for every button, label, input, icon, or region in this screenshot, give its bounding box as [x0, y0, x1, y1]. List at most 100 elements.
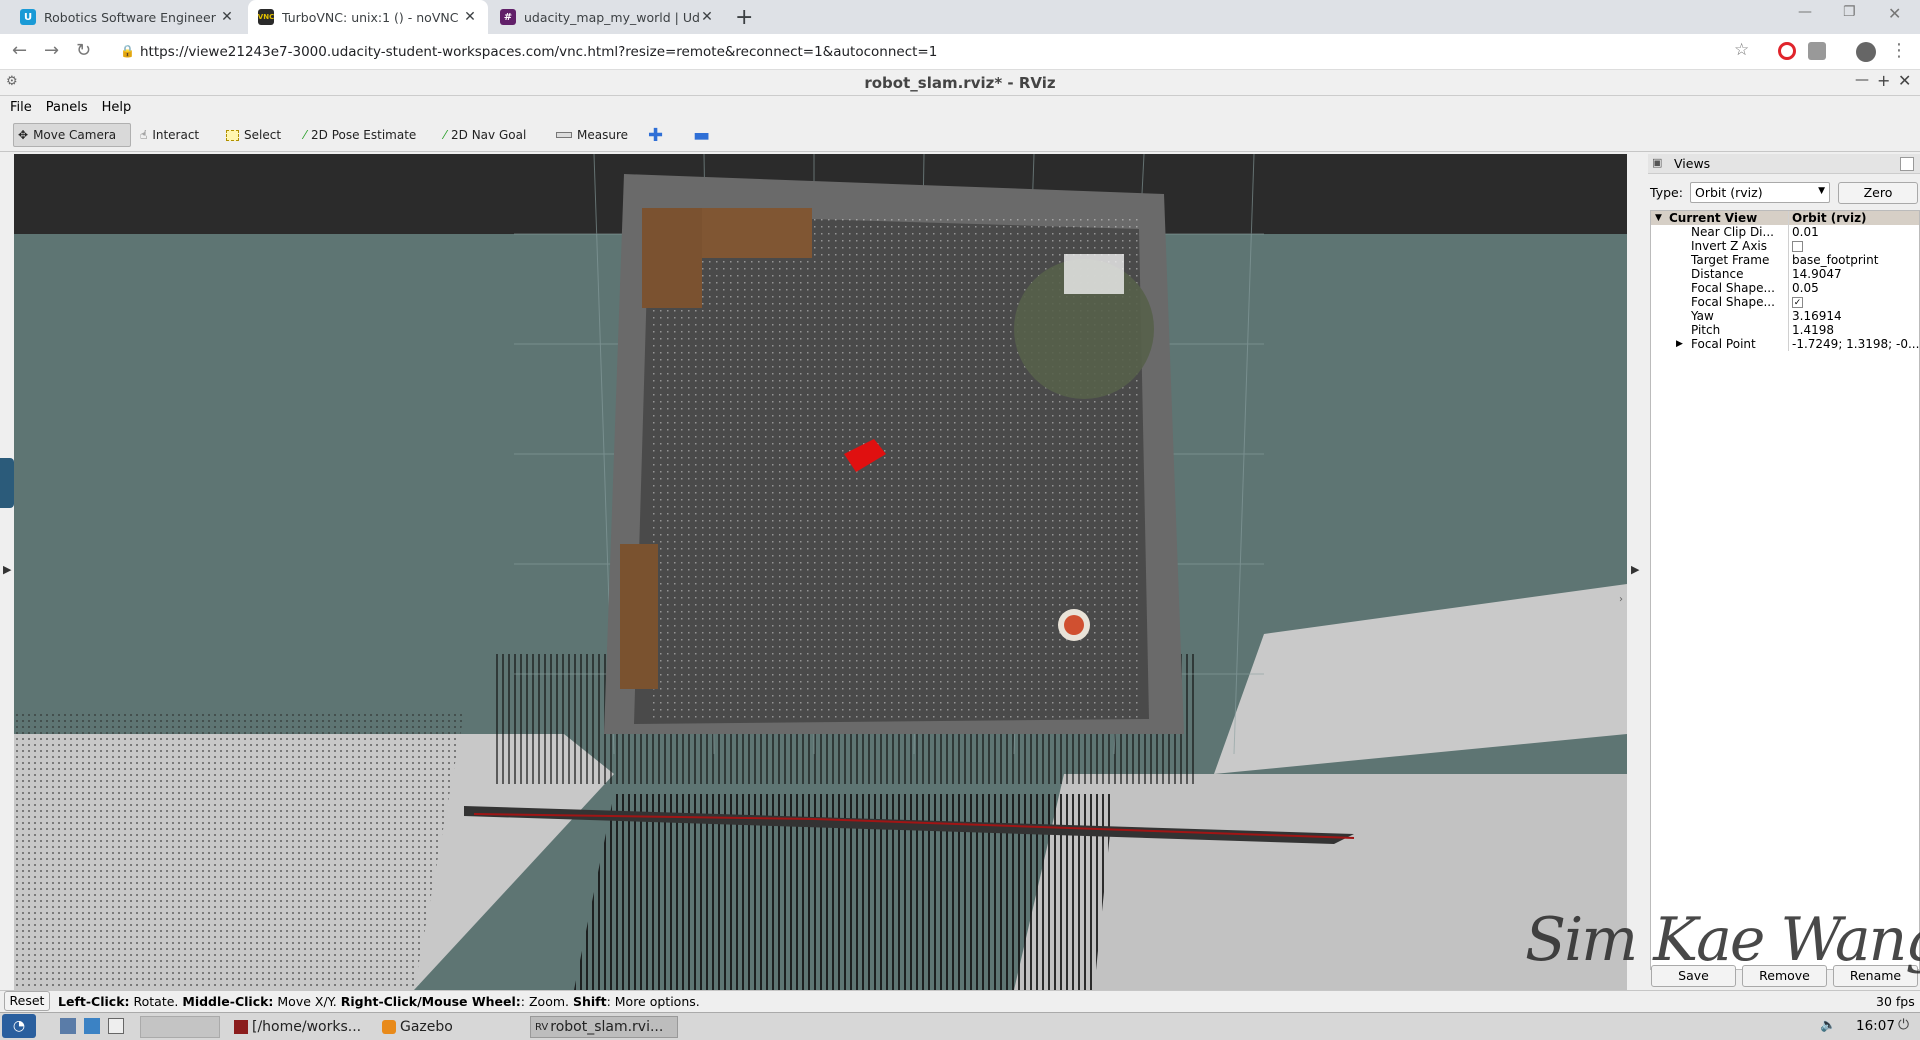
pose-estimate-tool[interactable]: ⁄ 2D Pose Estimate	[300, 123, 420, 147]
select-box-icon	[226, 129, 239, 141]
rviz-close-icon[interactable]: ✕	[1898, 71, 1911, 90]
file-manager-icon[interactable]	[84, 1018, 100, 1034]
workspace-switcher[interactable]	[140, 1016, 220, 1038]
terminal-launcher-icon[interactable]	[108, 1018, 124, 1034]
focal-shape-checkbox-cell[interactable]: ✓	[1788, 295, 1919, 309]
power-icon[interactable]: ⏻	[1898, 1017, 1909, 1033]
property-row[interactable]: Pitch 1.4198	[1651, 323, 1919, 337]
property-value[interactable]: 3.16914	[1788, 309, 1919, 323]
clock: 16:07	[1856, 1018, 1895, 1034]
opera-extension-icon[interactable]	[1778, 42, 1796, 60]
collapse-right-panel-icon[interactable]: ▶	[1631, 563, 1639, 576]
invert-z-checkbox-cell[interactable]	[1788, 239, 1919, 253]
show-desktop-icon[interactable]	[60, 1018, 76, 1034]
property-row[interactable]: Invert Z Axis	[1651, 239, 1919, 253]
expand-triangle-icon[interactable]: ▼	[1655, 211, 1662, 225]
shield-extension-icon[interactable]	[1808, 42, 1826, 60]
property-value[interactable]: 1.4198	[1788, 323, 1919, 337]
property-row[interactable]: Yaw 3.16914	[1651, 309, 1919, 323]
rviz-minimize-icon[interactable]: —	[1855, 72, 1869, 88]
volume-icon[interactable]: 🔈	[1820, 1018, 1836, 1033]
forward-icon[interactable]: →	[44, 40, 59, 61]
property-row[interactable]: Focal Shape... 0.05	[1651, 281, 1919, 295]
property-value[interactable]: 14.9047	[1788, 267, 1919, 281]
chevron-down-icon: ▼	[1818, 186, 1825, 196]
rviz-toolbar: ✥ Move Camera ☝ Interact Select ⁄ 2D Pose E…	[0, 118, 1920, 152]
chrome-menu-icon[interactable]: ⋮	[1890, 40, 1908, 61]
hint-text: Rotate.	[129, 994, 183, 1009]
remove-tool-button[interactable]: ▬	[689, 123, 714, 147]
nav-goal-tool[interactable]: ⁄ 2D Nav Goal	[440, 123, 530, 147]
property-row[interactable]: ▶ Focal Point -1.7249; 1.3198; -0...	[1651, 337, 1919, 351]
close-tab-icon[interactable]: ✕	[219, 9, 235, 25]
interact-tool[interactable]: ☝ Interact	[136, 123, 203, 147]
left-dock-handle[interactable]	[0, 458, 14, 508]
property-value[interactable]: -1.7249; 1.3198; -0...	[1788, 337, 1919, 351]
add-tool-button[interactable]: ✚	[644, 123, 667, 147]
invert-z-checkbox[interactable]	[1792, 241, 1803, 252]
address-bar-row: ← → ↻ 🔒 https://viewe21243e7-3000.udacit…	[0, 34, 1920, 70]
reset-button[interactable]: Reset	[4, 991, 50, 1011]
tab-turbovnc[interactable]: VNC TurboVNC: unix:1 () - noVNC ✕	[248, 0, 488, 34]
hint-key: Shift	[572, 994, 607, 1009]
property-row[interactable]: Near Clip Di... 0.01	[1651, 225, 1919, 239]
tab-robotics[interactable]: U Robotics Software Engineer - Uda ✕	[10, 0, 245, 34]
new-tab-icon[interactable]: +	[735, 5, 753, 30]
menu-panels[interactable]: Panels	[46, 100, 88, 115]
move-camera-tool[interactable]: ✥ Move Camera	[13, 123, 131, 147]
taskbar-item-terminal[interactable]: [/home/works...	[230, 1016, 365, 1038]
rviz-status-bar: Reset Left-Click: Rotate. Middle-Click: …	[0, 990, 1920, 1012]
restore-window-icon[interactable]: ❐	[1843, 4, 1856, 20]
status-hint: Left-Click: Rotate. Middle-Click: Move X…	[58, 994, 700, 1009]
reload-icon[interactable]: ↻	[76, 40, 91, 61]
property-value[interactable]: base_footprint	[1788, 253, 1919, 267]
menu-help[interactable]: Help	[102, 100, 132, 115]
url-field[interactable]: 🔒 https://viewe21243e7-3000.udacity-stud…	[110, 38, 1760, 66]
ruler-icon	[556, 132, 572, 138]
close-window-icon[interactable]: ✕	[1888, 4, 1901, 23]
tool-label: Select	[244, 128, 282, 142]
rviz-app-icon: ⚙	[6, 74, 18, 89]
undock-panel-icon[interactable]	[1900, 157, 1914, 171]
menu-file[interactable]: File	[10, 100, 32, 115]
render-viewport[interactable]: ›	[14, 154, 1627, 990]
property-row[interactable]: Distance 14.9047	[1651, 267, 1919, 281]
tool-label: Move Camera	[33, 128, 117, 142]
taskbar-item-rviz[interactable]: RV robot_slam.rvi...	[530, 1016, 678, 1038]
hint-text: : Zoom.	[520, 994, 573, 1009]
view-properties-tree: ▼ Current View Orbit (rviz) Near Clip Di…	[1650, 210, 1920, 970]
taskbar-item-label: robot_slam.rvi...	[550, 1019, 664, 1035]
tab-map-my-world[interactable]: # udacity_map_my_world | Udacity ✕	[490, 0, 725, 34]
minimize-window-icon[interactable]: —	[1798, 4, 1812, 20]
property-value[interactable]: 0.01	[1788, 225, 1919, 239]
tool-label: Interact	[152, 128, 200, 142]
property-value[interactable]: 0.05	[1788, 281, 1919, 295]
back-icon[interactable]: ←	[12, 40, 27, 61]
view-type-value: Orbit (rviz)	[1695, 185, 1763, 200]
hint-key: Middle-Click:	[182, 994, 274, 1009]
property-row[interactable]: Target Frame base_footprint	[1651, 253, 1919, 267]
rviz-taskbar-icon: RV	[535, 1021, 549, 1033]
view-type-row: Type: Orbit (rviz) ▼ Zero	[1650, 182, 1920, 204]
expand-left-panel-icon[interactable]: ▶	[3, 563, 11, 576]
close-tab-icon[interactable]: ✕	[699, 9, 715, 25]
current-view-row[interactable]: ▼ Current View Orbit (rviz)	[1651, 211, 1919, 225]
avatar[interactable]	[1856, 42, 1876, 62]
measure-tool[interactable]: Measure	[552, 123, 632, 147]
select-tool[interactable]: Select	[222, 123, 285, 147]
property-row[interactable]: Focal Shape... ✓	[1651, 295, 1919, 309]
fps-readout: 30 fps	[1876, 994, 1915, 1009]
rviz-maximize-icon[interactable]: +	[1877, 71, 1890, 90]
zero-button[interactable]: Zero	[1838, 182, 1918, 204]
tool-label: Measure	[577, 128, 628, 142]
property-key: Yaw	[1691, 309, 1714, 323]
start-menu-icon[interactable]: ◔	[2, 1014, 36, 1038]
focal-shape-checkbox[interactable]: ✓	[1792, 297, 1803, 308]
hint-key: Left-Click:	[58, 994, 130, 1009]
taskbar-item-gazebo[interactable]: Gazebo	[378, 1016, 457, 1038]
view-type-select[interactable]: Orbit (rviz) ▼	[1690, 182, 1830, 203]
tab-title: Robotics Software Engineer - Uda	[44, 9, 219, 25]
gazebo-icon	[382, 1020, 396, 1034]
close-tab-icon[interactable]: ✕	[462, 9, 478, 25]
bookmark-star-icon[interactable]: ☆	[1734, 40, 1749, 60]
